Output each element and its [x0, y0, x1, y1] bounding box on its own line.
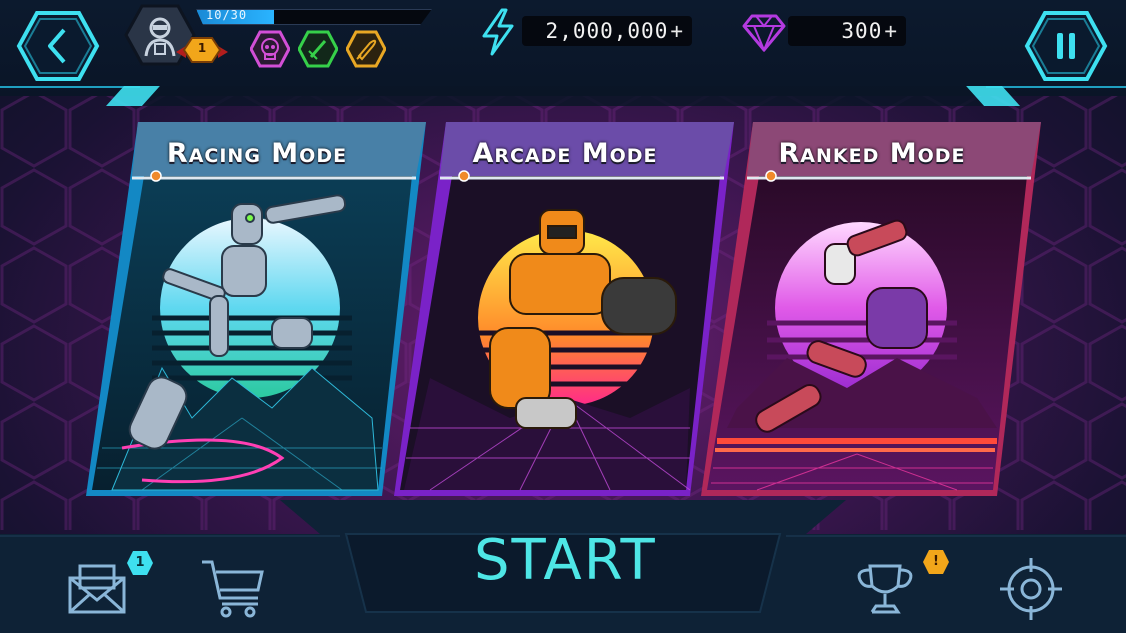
pause-icon [1024, 11, 1108, 81]
gem-icon [742, 14, 786, 52]
gem-counter[interactable]: 300+ [788, 16, 906, 46]
target-icon[interactable] [998, 556, 1064, 622]
gem-value: 300 [841, 19, 883, 43]
ranked-mode-card[interactable]: Ranked Mode [697, 118, 1043, 500]
arcade-mode-title: Arcade Mode [472, 138, 658, 169]
cart-icon[interactable] [200, 554, 266, 620]
energy-plus-button[interactable]: + [670, 19, 684, 43]
trophy-icon[interactable] [852, 556, 918, 622]
gem-plus-button[interactable]: + [884, 19, 898, 43]
skull-icon[interactable] [250, 30, 290, 68]
arcade-mode-card[interactable]: Arcade Mode [390, 118, 736, 500]
ranked-mode-title: Ranked Mode [778, 138, 966, 169]
rocket-icon[interactable] [346, 30, 386, 68]
level-number: 1 [197, 41, 207, 55]
pause-button[interactable] [1024, 10, 1108, 82]
back-icon [16, 11, 100, 81]
racing-mode-title: Racing Mode [166, 138, 348, 169]
arcade-mode-art [394, 122, 734, 496]
energy-counter[interactable]: 2,000,000+ [522, 16, 692, 46]
racing-mode-art [86, 122, 426, 496]
mail-icon[interactable] [64, 556, 130, 622]
back-button[interactable] [16, 10, 100, 82]
trophy-alert-badge: ! [922, 549, 950, 575]
sword-icon[interactable] [298, 30, 338, 68]
energy-value: 2,000,000 [545, 19, 669, 43]
ranked-mode-art [701, 122, 1041, 496]
racing-mode-card[interactable]: Racing Mode [82, 118, 428, 500]
mail-notification-badge: 1 [126, 550, 154, 576]
start-button[interactable]: START [474, 528, 655, 594]
lightning-icon [482, 8, 514, 56]
xp-text: 10/30 [206, 8, 248, 22]
